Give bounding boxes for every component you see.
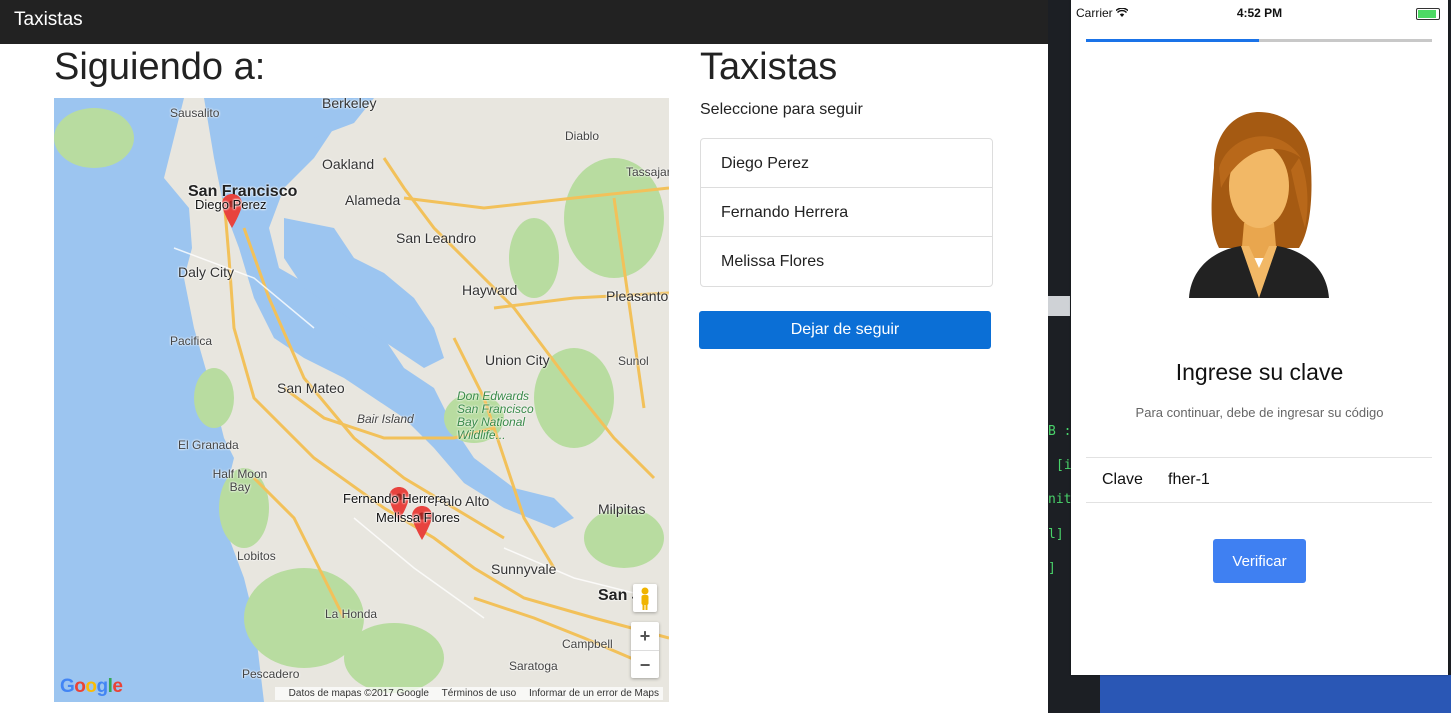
- zoom-control: + −: [631, 622, 659, 678]
- map-label-diablo: Diablo: [565, 129, 600, 143]
- terminal-line: B :: [1048, 424, 1072, 439]
- zoom-out-button[interactable]: −: [631, 651, 659, 679]
- phone-screen: Carrier 4:52 PM Ingrese su clave Para co…: [1071, 0, 1448, 675]
- map-label-sunnyvale: Sunnyvale: [491, 561, 557, 577]
- map-label-sunol: Sunol: [618, 354, 649, 368]
- marker-label: Melissa Flores: [376, 510, 460, 525]
- progress-bar: [1086, 39, 1432, 42]
- password-prompt-subtitle: Para continuar, debe de ingresar su códi…: [1135, 405, 1384, 420]
- following-title: Siguiendo a:: [54, 46, 266, 88]
- status-time: 4:52 PM: [1236, 6, 1283, 20]
- map[interactable]: Sausalito Berkeley Diablo Oakland Tassaj…: [54, 98, 669, 702]
- terminal-line: ]: [1048, 561, 1056, 576]
- drivers-title: Taxistas: [700, 46, 838, 88]
- navbar-brand[interactable]: Taxistas: [14, 9, 83, 31]
- map-label-campbell: Campbell: [562, 637, 613, 651]
- map-label-pleasanton: Pleasanton: [606, 288, 669, 304]
- drivers-subtitle: Seleccione para seguir: [700, 101, 863, 118]
- terminal-line: l]: [1048, 527, 1064, 542]
- marker-label: Diego Perez: [195, 197, 267, 212]
- map-label-milpitas: Milpitas: [598, 501, 646, 517]
- map-label-hayward: Hayward: [462, 282, 518, 298]
- map-label-berkeley: Berkeley: [322, 98, 377, 111]
- terminal-line: [i: [1056, 458, 1072, 473]
- map-label-la-honda: La Honda: [325, 607, 378, 621]
- map-label-tassajara: Tassajara: [626, 165, 669, 179]
- google-logo[interactable]: Google: [60, 676, 123, 698]
- map-report-error-link[interactable]: Informar de un error de Maps: [529, 688, 659, 699]
- drivers-list: Diego Perez Fernando Herrera Melissa Flo…: [700, 138, 993, 287]
- battery-icon: [1416, 8, 1440, 20]
- map-label-oakland: Oakland: [322, 156, 375, 172]
- password-prompt-title: Ingrese su clave: [1175, 359, 1344, 385]
- map-label-sausalito: Sausalito: [170, 106, 220, 120]
- progress-fill: [1086, 39, 1259, 42]
- terminal-strip: [1048, 296, 1070, 316]
- map-label-half-moon-bay: Half Moon Bay: [212, 467, 268, 494]
- female-avatar-icon: [1189, 112, 1329, 298]
- map-label-san-leandro: San Leandro: [396, 230, 477, 246]
- map-label-don-edwards: Don Edwards San Francisco Bay National W…: [457, 389, 534, 442]
- password-input[interactable]: [1168, 468, 1408, 492]
- driver-list-item[interactable]: Fernando Herrera: [701, 188, 992, 237]
- map-data-credit: Datos de mapas ©2017 Google: [288, 688, 429, 699]
- map-label-pescadero: Pescadero: [242, 667, 300, 681]
- password-field-label: Clave: [1102, 471, 1143, 488]
- map-terms-link[interactable]: Términos de uso: [442, 688, 516, 699]
- navbar: Taxistas: [0, 0, 1048, 44]
- map-label-san-mateo: San Mateo: [277, 380, 345, 396]
- map-label-pacifica: Pacifica: [170, 334, 213, 348]
- zoom-in-button[interactable]: +: [631, 622, 659, 651]
- status-bar: Carrier 4:52 PM: [1071, 0, 1448, 26]
- map-label-lobitos: Lobitos: [237, 549, 276, 563]
- unfollow-button[interactable]: Dejar de seguir: [699, 311, 991, 349]
- street-view-pegman-icon[interactable]: [633, 584, 657, 612]
- desktop-background: [1100, 675, 1451, 713]
- map-label-daly-city: Daly City: [178, 264, 235, 280]
- map-label-alameda: Alameda: [345, 192, 401, 208]
- driver-list-item[interactable]: Diego Perez: [701, 139, 992, 188]
- verify-button[interactable]: Verificar: [1213, 539, 1306, 583]
- map-attribution: Datos de mapas ©2017 Google Términos de …: [274, 687, 663, 700]
- map-label-bair-island: Bair Island: [357, 412, 414, 426]
- password-field-row: Clave: [1086, 457, 1432, 503]
- marker-label: Fernando Herrera: [343, 491, 447, 506]
- terminal-line: nit: [1048, 492, 1072, 507]
- driver-list-item[interactable]: Melissa Flores: [701, 237, 992, 286]
- map-label-union-city: Union City: [485, 352, 550, 368]
- map-label-el-granada: El Granada: [178, 438, 239, 452]
- map-label-saratoga: Saratoga: [509, 659, 558, 673]
